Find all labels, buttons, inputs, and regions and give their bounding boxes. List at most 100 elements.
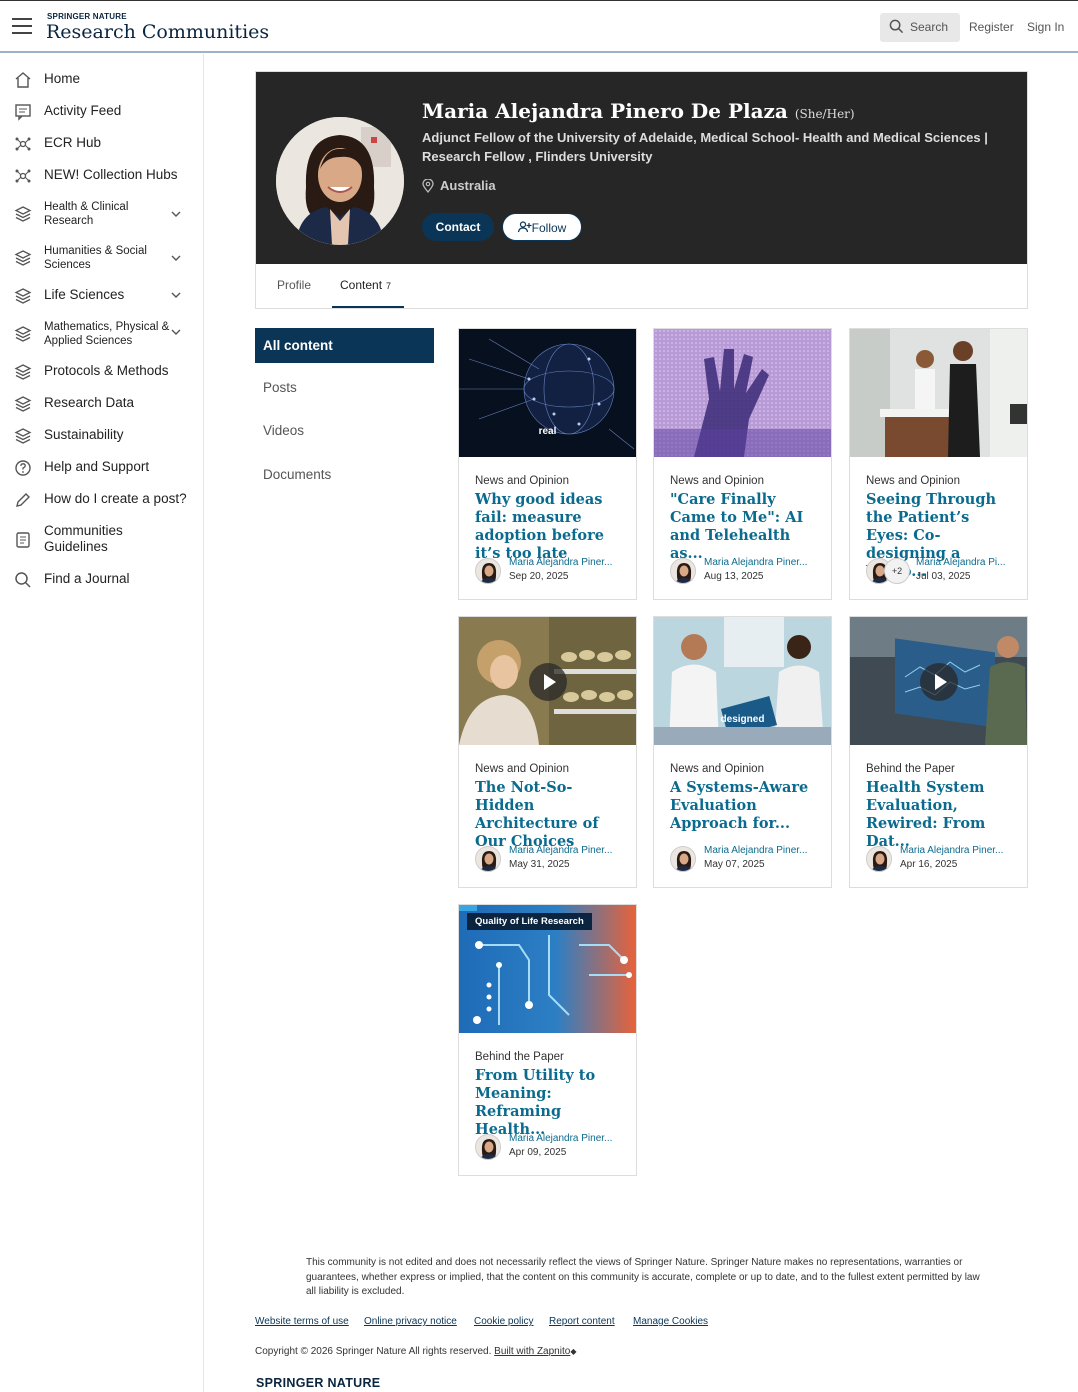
tab-content[interactable]: Content 7: [340, 278, 391, 292]
chevron-down-icon[interactable]: [170, 252, 182, 264]
card-title[interactable]: "Care Finally Came to Me": AI and Telehe…: [670, 491, 820, 563]
card-date: Apr 09, 2025: [509, 1147, 567, 1158]
content-card[interactable]: News and Opinion The Not-So-Hidden Archi…: [458, 616, 637, 888]
sidebar-item-collection-hubs[interactable]: NEW! Collection Hubs: [0, 165, 204, 185]
card-date: Sep 20, 2025: [509, 571, 569, 582]
author-avatar: [475, 558, 501, 584]
chevron-down-icon[interactable]: [170, 289, 182, 301]
content-card[interactable]: designed News and Opinion A Systems-Awar…: [653, 616, 832, 888]
card-title[interactable]: Why good ideas fail: measure adoption be…: [475, 491, 625, 563]
sidebar-item-label: Humanities & Social Sciences: [44, 245, 147, 271]
sidebar-item-label: How do I create a post?: [44, 491, 187, 506]
card-category: Behind the Paper: [866, 763, 955, 775]
play-icon[interactable]: [920, 663, 958, 701]
built-with-link[interactable]: Built with Zapnito: [494, 1346, 570, 1357]
card-title[interactable]: The Not-So-Hidden Architecture of Our Ch…: [475, 779, 625, 851]
content-card[interactable]: News and Opinion Seeing Through the Pati…: [849, 328, 1028, 600]
card-title[interactable]: A Systems-Aware Evaluation Approach for.…: [670, 779, 820, 833]
register-link[interactable]: Register: [969, 20, 1014, 34]
sidebar-item-label: Help and Support: [44, 459, 150, 474]
chevron-down-icon[interactable]: [170, 208, 182, 220]
search-label: Search: [910, 20, 949, 34]
tab-content-label: Content: [340, 278, 383, 292]
profile-affiliation: Adjunct Fellow of the University of Adel…: [422, 130, 988, 164]
sidebar-item-research-data[interactable]: Research Data: [0, 393, 204, 413]
sidebar-item-humanities[interactable]: Humanities & Social Sciences: [0, 243, 204, 273]
card-author[interactable]: Maria Alejandra Piner...: [509, 1133, 625, 1144]
footer-link-privacy[interactable]: Online privacy notice: [364, 1316, 457, 1327]
footer-link-manage-cookies[interactable]: Manage Cookies: [633, 1316, 708, 1327]
sidebar-item-find-journal[interactable]: Find a Journal: [0, 569, 204, 589]
footer-link-cookie-policy[interactable]: Cookie policy: [474, 1316, 533, 1327]
thumbnail-caption: real: [538, 426, 557, 437]
card-title[interactable]: Health System Evaluation, Rewired: From …: [866, 779, 1016, 851]
journal-badge: Quality of Life Research: [467, 913, 592, 930]
sidebar-item-activity-feed[interactable]: Activity Feed: [0, 101, 204, 121]
card-author[interactable]: Maria Alejandra Pi...: [916, 557, 1016, 568]
filter-documents[interactable]: Documents: [263, 467, 331, 482]
active-tab-indicator: [332, 306, 404, 308]
content-card[interactable]: real News and Opinion Why good ideas fai…: [458, 328, 637, 600]
contact-button[interactable]: Contact: [422, 213, 494, 241]
content-card[interactable]: News and Opinion "Care Finally Came to M…: [653, 328, 832, 600]
follow-button[interactable]: Follow: [502, 213, 582, 241]
card-author[interactable]: Maria Alejandra Piner...: [900, 845, 1016, 856]
author-avatar: [475, 846, 501, 872]
sidebar-item-help[interactable]: Help and Support: [0, 457, 204, 477]
chevron-down-icon[interactable]: [170, 326, 182, 338]
card-date: Apr 16, 2025: [900, 859, 958, 870]
sidebar-item-label: Find a Journal: [44, 571, 130, 586]
profile-banner: Maria Alejandra Pinero De Plaza (She/Her…: [256, 72, 1027, 264]
sidebar-item-label: Sustainability: [44, 427, 124, 442]
sidebar-item-mathematics[interactable]: Mathematics, Physical & Applied Sciences: [0, 319, 204, 349]
card-thumbnail: [850, 329, 1027, 457]
springer-nature-logo[interactable]: SPRINGER NATURE: [256, 1376, 380, 1390]
document-icon: [16, 532, 30, 548]
profile-location: Australia: [422, 178, 496, 193]
signin-link[interactable]: Sign In: [1027, 20, 1064, 34]
footer-link-report[interactable]: Report content: [549, 1316, 615, 1327]
card-author[interactable]: Maria Alejandra Piner...: [704, 845, 820, 856]
location-pin-icon: [422, 179, 434, 193]
layers-icon: [14, 206, 32, 222]
card-thumbnail: designed: [654, 617, 831, 745]
content-card[interactable]: Behind the Paper Health System Evaluatio…: [849, 616, 1028, 888]
card-thumbnail: [654, 329, 831, 457]
filter-all-content[interactable]: All content: [255, 328, 434, 363]
sidebar-item-home[interactable]: Home: [0, 69, 204, 89]
search-icon: [889, 19, 904, 34]
card-author[interactable]: Maria Alejandra Piner...: [704, 557, 820, 568]
sidebar-item-protocols[interactable]: Protocols & Methods: [0, 361, 204, 381]
sidebar-item-life-sciences[interactable]: Life Sciences: [0, 285, 204, 305]
profile-pronouns: (She/Her): [794, 107, 855, 121]
card-category: News and Opinion: [670, 763, 764, 775]
layers-icon: [14, 428, 32, 444]
sidebar-item-label: Protocols & Methods: [44, 363, 169, 378]
sidebar-item-ecr-hub[interactable]: ECR Hub: [0, 133, 204, 153]
sidebar-item-guidelines[interactable]: Communities Guidelines: [0, 523, 204, 557]
filter-videos[interactable]: Videos: [263, 423, 304, 438]
sidebar-item-health-clinical[interactable]: Health & Clinical Research: [0, 199, 204, 229]
sidebar-item-label: Health & Clinical Research: [44, 201, 129, 227]
card-title[interactable]: From Utility to Meaning: Reframing Healt…: [475, 1067, 625, 1139]
play-icon[interactable]: [529, 663, 567, 701]
card-thumbnail: [459, 617, 636, 745]
layers-icon: [14, 326, 32, 342]
card-author[interactable]: Maria Alejandra Piner...: [509, 557, 625, 568]
brand-logo[interactable]: Research Communities: [46, 21, 269, 43]
footer-link-terms[interactable]: Website terms of use: [255, 1316, 349, 1327]
sidebar-item-label: Life Sciences: [44, 287, 125, 302]
sidebar-item-sustainability[interactable]: Sustainability: [0, 425, 204, 445]
pencil-icon: [16, 493, 30, 507]
search-button[interactable]: Search: [880, 13, 960, 42]
extra-authors-badge[interactable]: +2: [884, 558, 910, 584]
menu-icon[interactable]: [12, 18, 32, 34]
author-avatar: [670, 846, 696, 872]
tab-profile[interactable]: Profile: [277, 278, 311, 292]
content-card[interactable]: Quality of Life Research Behind the Pape…: [458, 904, 637, 1176]
location-text: Australia: [440, 178, 496, 193]
filter-posts[interactable]: Posts: [263, 380, 297, 395]
sidebar-item-create-post[interactable]: How do I create a post?: [0, 489, 204, 509]
feed-icon: [15, 104, 31, 121]
card-author[interactable]: Maria Alejandra Piner...: [509, 845, 625, 856]
